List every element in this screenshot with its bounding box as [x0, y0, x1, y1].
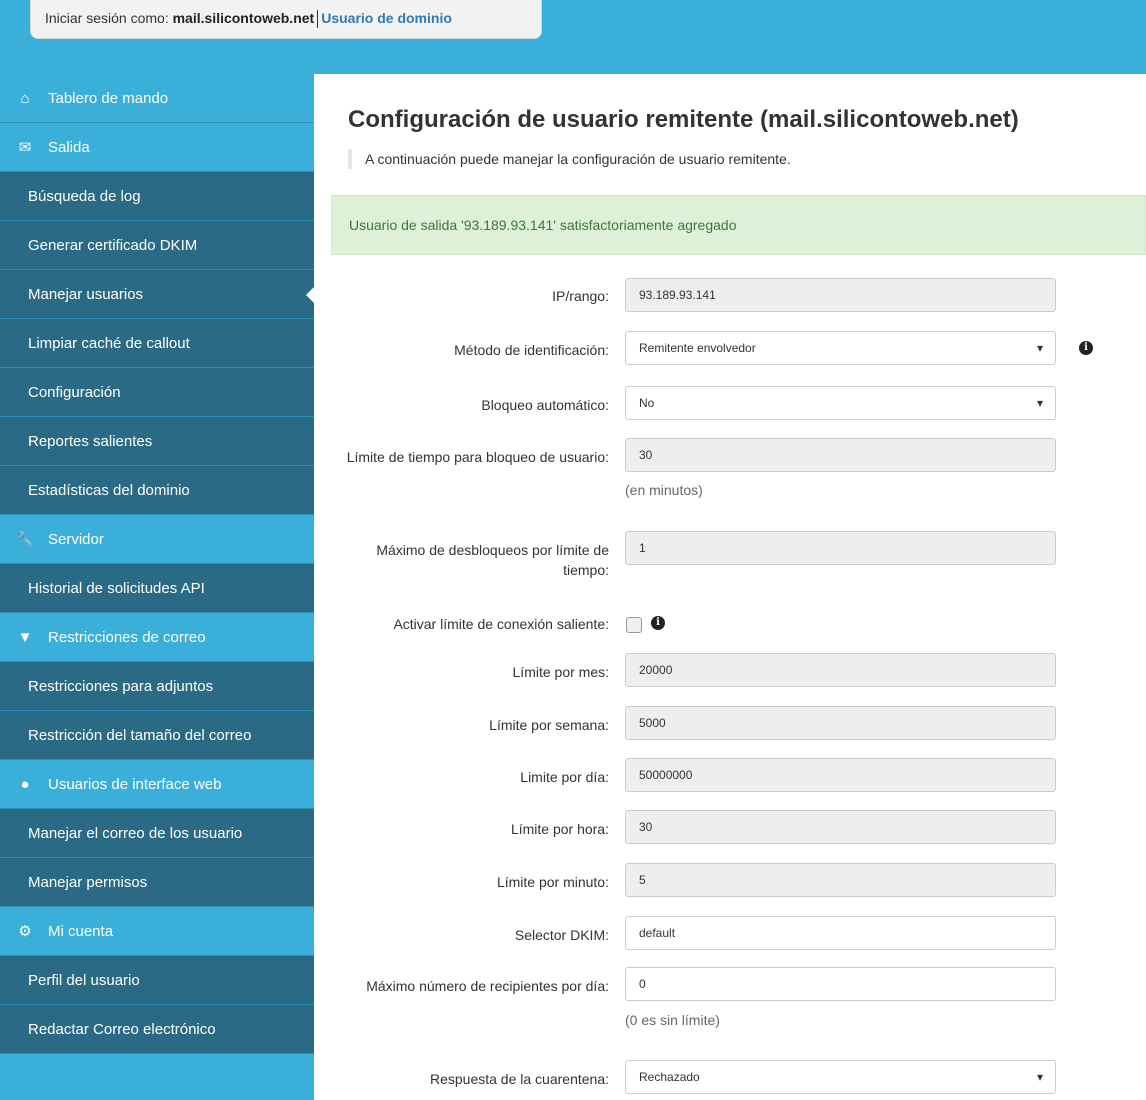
sidebar-item-clear-callout[interactable]: Limpiar caché de callout: [0, 319, 314, 368]
top-bar: Iniciar sesión como: mail.silicontoweb.n…: [0, 0, 1146, 74]
sidebar-item-manage-user-mail[interactable]: Manejar el correo de los usuario: [0, 809, 314, 858]
sidebar-item-label: Búsqueda de log: [28, 188, 141, 205]
page-title: Configuración de usuario remitente (mail…: [348, 106, 1019, 133]
sidebar-item-domain-stats[interactable]: Estadísticas del dominio: [0, 466, 314, 515]
autoblock-label: Bloqueo automático:: [481, 397, 609, 413]
sidebar-item-label: Mi cuenta: [48, 923, 114, 940]
blocktime-field: 30: [625, 438, 1056, 472]
sidebar-item-label: Restricción del tamaño del correo: [28, 727, 252, 744]
info-icon[interactable]: i: [651, 616, 665, 630]
main-content: Configuración de usuario remitente (mail…: [331, 74, 1146, 1100]
sidebar-item-label: Estadísticas del dominio: [28, 482, 190, 499]
sidebar-item-label: Perfil del usuario: [28, 972, 140, 989]
sidebar-item-label: Restricciones para adjuntos: [28, 678, 214, 695]
sidebar-item-log-search[interactable]: Búsqueda de log: [0, 172, 314, 221]
sidebar-item-server[interactable]: 🔧 Servidor: [0, 515, 314, 564]
week-label: Límite por semana:: [489, 717, 609, 733]
sidebar-item-label: Restricciones de correo: [48, 629, 206, 646]
connlimit-label: Activar límite de conexión saliente:: [393, 616, 609, 632]
sidebar-item-label: Manejar el correo de los usuario: [28, 825, 243, 842]
sidebar-item-label: Tablero de mando: [48, 90, 169, 107]
method-label: Método de identificación:: [454, 342, 609, 358]
quarantine-label: Respuesta de la cuarentena:: [429, 1071, 609, 1087]
blocktime-label: Límite de tiempo para bloqueo de usuario…: [346, 449, 609, 465]
sidebar-item-dkim[interactable]: Generar certificado DKIM: [0, 221, 314, 270]
sidebar-item-label: Generar certificado DKIM: [28, 237, 198, 254]
sidebar-item-label: Salida: [48, 139, 90, 156]
envelope-icon: ✉: [18, 139, 32, 156]
hour-field: 30: [625, 810, 1056, 844]
dkim-input[interactable]: default: [625, 916, 1056, 950]
ip-label: IP/rango:: [552, 288, 609, 304]
minute-field: 5: [625, 863, 1056, 897]
sidebar-item-dashboard[interactable]: ⌂ Tablero de mando: [0, 74, 314, 123]
sidebar-item-api-history[interactable]: Historial de solicitudes API: [0, 564, 314, 613]
sidebar-item-web-users[interactable]: ● Usuarios de interface web: [0, 760, 314, 809]
sidebar-item-label: Redactar Correo electrónico: [28, 1021, 216, 1038]
sidebar-item-my-account[interactable]: ⚙ Mi cuenta: [0, 907, 314, 956]
maxrcpt-help: (0 es sin límite): [625, 1012, 720, 1028]
sidebar-item-settings[interactable]: Configuración: [0, 368, 314, 417]
success-alert: Usuario de salida '93.189.93.141' satisf…: [331, 195, 1146, 255]
sidebar-item-label: Usuarios de interface web: [48, 776, 222, 793]
day-label: Limite por día:: [520, 769, 609, 785]
week-field: 5000: [625, 706, 1056, 740]
sidebar: ⌂ Tablero de mando ✉ Salida Búsqueda de lo…: [0, 74, 314, 1100]
login-prefix: Iniciar sesión como:: [45, 10, 169, 26]
sidebar-item-label: Manejar usuarios: [28, 286, 144, 303]
day-field: 50000000: [625, 758, 1056, 792]
connlimit-checkbox[interactable]: [626, 617, 642, 633]
sidebar-item-label: Configuración: [28, 384, 121, 401]
sidebar-item-size-restriction[interactable]: Restricción del tamaño del correo: [0, 711, 314, 760]
autoblock-select[interactable]: No: [625, 386, 1056, 420]
page-description: A continuación puede manejar la configur…: [348, 149, 791, 169]
month-field: 20000: [625, 653, 1056, 687]
maxunblock-field: 1: [625, 531, 1056, 565]
sidebar-item-outgoing-reports[interactable]: Reportes salientes: [0, 417, 314, 466]
sidebar-item-label: Historial de solicitudes API: [28, 580, 205, 597]
info-icon[interactable]: i: [1079, 341, 1093, 355]
filter-icon: ▼: [17, 629, 33, 646]
quarantine-select[interactable]: Rechazado: [625, 1060, 1056, 1094]
login-role-link[interactable]: Usuario de dominio: [321, 10, 452, 26]
sidebar-item-mail-restrictions[interactable]: ▼ Restricciones de correo: [0, 613, 314, 662]
user-icon: ●: [20, 776, 30, 793]
sidebar-item-label: Reportes salientes: [28, 433, 153, 450]
sidebar-item-label: Servidor: [48, 531, 104, 548]
ip-field: 93.189.93.141: [625, 278, 1056, 312]
sidebar-item-permissions[interactable]: Manejar permisos: [0, 858, 314, 907]
sidebar-item-label: Limpiar caché de callout: [28, 335, 190, 352]
dkim-label: Selector DKIM:: [514, 927, 609, 943]
method-select[interactable]: Remitente envolvedor: [625, 331, 1056, 365]
maxrcpt-input[interactable]: 0: [625, 967, 1056, 1001]
gear-icon: ⚙: [18, 923, 32, 940]
maxrcpt-label: Máximo número de recipientes por día:: [366, 978, 609, 994]
sidebar-item-manage-users[interactable]: Manejar usuarios: [0, 270, 314, 319]
blocktime-help: (en minutos): [625, 482, 703, 498]
sidebar-item-attachment-restrictions[interactable]: Restricciones para adjuntos: [0, 662, 314, 711]
sidebar-item-profile[interactable]: Perfil del usuario: [0, 956, 314, 1005]
home-icon: ⌂: [20, 90, 30, 107]
month-label: Límite por mes:: [512, 664, 609, 680]
login-host: mail.silicontoweb.net: [172, 10, 315, 26]
sidebar-item-outgoing[interactable]: ✉ Salida: [0, 123, 314, 172]
sidebar-item-compose[interactable]: Redactar Correo electrónico: [0, 1005, 314, 1054]
hour-label: Límite por hora:: [510, 821, 609, 837]
wrench-icon: 🔧: [15, 531, 35, 548]
maxunblock-label: Máximo de desbloqueos por límite de tiem…: [376, 542, 609, 578]
sidebar-item-label: Manejar permisos: [28, 874, 148, 891]
login-info: Iniciar sesión como: mail.silicontoweb.n…: [30, 0, 542, 39]
minute-label: Límite por minuto:: [496, 874, 609, 890]
login-separator: [317, 10, 319, 29]
